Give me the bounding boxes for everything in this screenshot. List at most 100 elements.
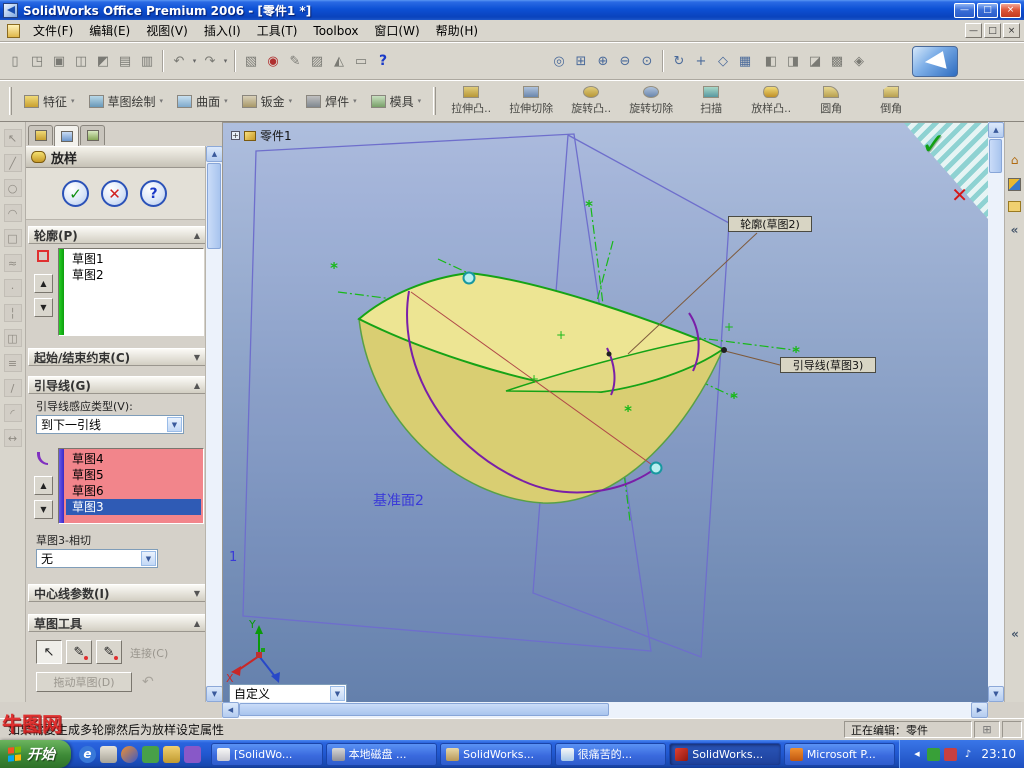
sketch-rectangle-icon[interactable]: □ [3,229,22,247]
wireframe-button[interactable]: ◇ [712,50,734,72]
guide-move-down-button[interactable]: ▼ [34,500,53,519]
list-item[interactable]: 草图4 [66,451,203,467]
collapse-pane-button[interactable]: « [1007,222,1023,238]
graphics-viewport[interactable]: * * * * * + + + 基准面2 1 Y X + 零件1 轮廓(草图2)… [222,122,988,702]
vertical-scrollbar[interactable]: ▲ ▼ [988,122,1004,702]
scroll-up-button[interactable]: ▲ [206,146,222,162]
combo-dropdown-button[interactable]: ▼ [141,551,156,566]
design-library-icon[interactable] [1008,201,1021,212]
guide-move-up-button[interactable]: ▲ [34,476,53,495]
model-canvas[interactable]: * * * * * + + + 基准面2 1 Y X [223,123,988,702]
taskbar-window-3[interactable]: SolidWorks... [440,742,552,766]
make-assembly-button[interactable]: ◩ [92,50,114,72]
scrollbar-thumb[interactable] [989,139,1002,173]
guide-influence-select[interactable]: 到下一引线 ▼ [36,415,184,434]
tool-chamfer[interactable]: 倒角 [861,81,921,121]
profiles-list[interactable]: 草图1 草图2 [58,248,204,336]
save-button[interactable]: ▣ [48,50,70,72]
taskbar-window-6[interactable]: Microsoft P... [783,742,896,766]
quick-launch-ie-icon[interactable]: e [79,745,96,763]
quick-launch-qq-icon[interactable] [142,745,159,763]
tool-loft-boss[interactable]: 放样凸.. [741,81,801,121]
sketch-centerline-icon[interactable]: ╎ [3,304,22,322]
sketch-spline-icon[interactable]: ≈ [3,254,22,272]
antivirus-tray-icon[interactable] [927,747,941,761]
home-icon[interactable]: ⌂ [1007,152,1023,168]
sketch-line-icon[interactable]: ╱ [3,154,22,172]
vertex-marker[interactable] [462,271,476,285]
menu-toolbox[interactable]: Toolbox [305,21,366,41]
panel-scrollbar[interactable]: ▲ ▼ [205,146,222,702]
zoom-fit-button[interactable]: ◎ [548,50,570,72]
collapse-pane-button-lower[interactable]: « [1005,627,1024,641]
point-marker[interactable] [606,351,612,357]
commandtab-features[interactable]: 特征 ▾ [17,85,82,117]
vertex-marker[interactable] [649,461,663,475]
tool-extrude-cut[interactable]: 拉伸切除 [501,81,561,121]
sketch-dimension-icon[interactable]: ↔ [3,429,22,447]
close-button[interactable]: × [1000,2,1021,18]
commandtab-surfaces[interactable]: 曲面 ▾ [170,85,235,117]
feature-tree-root[interactable]: + 零件1 [231,127,292,144]
redo-button[interactable]: ↷ [199,50,221,72]
edit-color-button[interactable]: ▧ [240,50,262,72]
scroll-down-button[interactable]: ▼ [988,686,1004,702]
section-profiles-header[interactable]: 轮廓(P) ▲ [28,226,206,244]
taskbar-window-1[interactable]: [SolidWo... [211,742,323,766]
isometric-button[interactable]: ◭ [328,50,350,72]
tree-expander-icon[interactable]: + [231,131,240,140]
shadows-button[interactable]: ◪ [804,50,826,72]
list-item[interactable]: 草图1 [66,251,203,267]
commandtab-weldments[interactable]: 焊件 ▾ [299,85,364,117]
taskbar-window-4[interactable]: 很痛苦的... [554,742,667,766]
toolbar-grip[interactable] [9,87,12,115]
zoom-selection-button[interactable]: ⊙ [636,50,658,72]
sketch-fillet-icon[interactable]: ◜ [3,404,22,422]
sketch-mirror-icon[interactable]: ◫ [3,329,22,347]
rotate-view-button[interactable]: ↻ [668,50,690,72]
shaded-button[interactable]: ▦ [734,50,756,72]
menu-tools[interactable]: 工具(T) [249,19,306,42]
volume-icon[interactable]: ♪ [961,748,974,761]
menu-window[interactable]: 窗口(W) [366,19,427,42]
undo-button[interactable]: ↶ [168,50,190,72]
list-item[interactable]: 草图2 [66,267,203,283]
hide-icons-button[interactable]: ◀ [910,748,923,761]
menu-insert[interactable]: 插入(I) [196,19,249,42]
mdi-close-button[interactable]: × [1003,23,1020,38]
confirm-ok-button[interactable]: ✓ [921,127,946,162]
combo-dropdown-button[interactable]: ▼ [330,686,345,701]
help-button-toolbar[interactable]: ? [372,50,394,72]
plane1-label[interactable]: 1 [229,550,237,565]
open-button[interactable]: ◳ [26,50,48,72]
select-button[interactable]: ▭ [350,50,372,72]
sketch-arc-icon[interactable]: ◠ [3,204,22,222]
zoom-out-button[interactable]: ⊖ [614,50,636,72]
tool-sweep[interactable]: 扫描 [681,81,741,121]
scroll-right-button[interactable]: ▶ [971,702,988,718]
menu-view[interactable]: 视图(V) [138,19,196,42]
sketch-offset-icon[interactable]: ≡ [3,354,22,372]
maximize-button[interactable]: □ [977,2,998,18]
tangency-select[interactable]: 无 ▼ [36,549,158,568]
section-sketch-tools-header[interactable]: 草图工具 ▲ [28,614,206,632]
quick-launch-show-desktop-icon[interactable] [100,745,117,763]
zoom-area-button[interactable]: ⊞ [570,50,592,72]
list-item[interactable]: 草图5 [66,467,203,483]
plane2-label[interactable]: 基准面2 [373,492,424,509]
scroll-down-button[interactable]: ▼ [206,686,222,702]
section-constraints-header[interactable]: 起始/结束约束(C) ▼ [28,348,206,366]
point-marker[interactable] [721,347,727,353]
sketch-point-icon[interactable]: · [3,279,22,297]
menu-help[interactable]: 帮助(H) [428,19,486,42]
mdi-restore-button[interactable]: □ [984,23,1001,38]
select-tool-button[interactable]: ↖ [36,640,62,664]
scrollbar-thumb[interactable] [239,703,609,716]
hidden-lines-button[interactable]: ◨ [782,50,804,72]
zoom-in-button[interactable]: ⊕ [592,50,614,72]
quick-launch-media-player-icon[interactable] [121,745,138,763]
profile-move-up-button[interactable]: ▲ [34,274,53,293]
profile-callout[interactable]: 轮廓(草图2) [728,216,812,232]
drag-sketch-button[interactable]: 拖动草图(D) [36,672,132,692]
section-centerline-header[interactable]: 中心线参数(I) ▼ [28,584,206,602]
